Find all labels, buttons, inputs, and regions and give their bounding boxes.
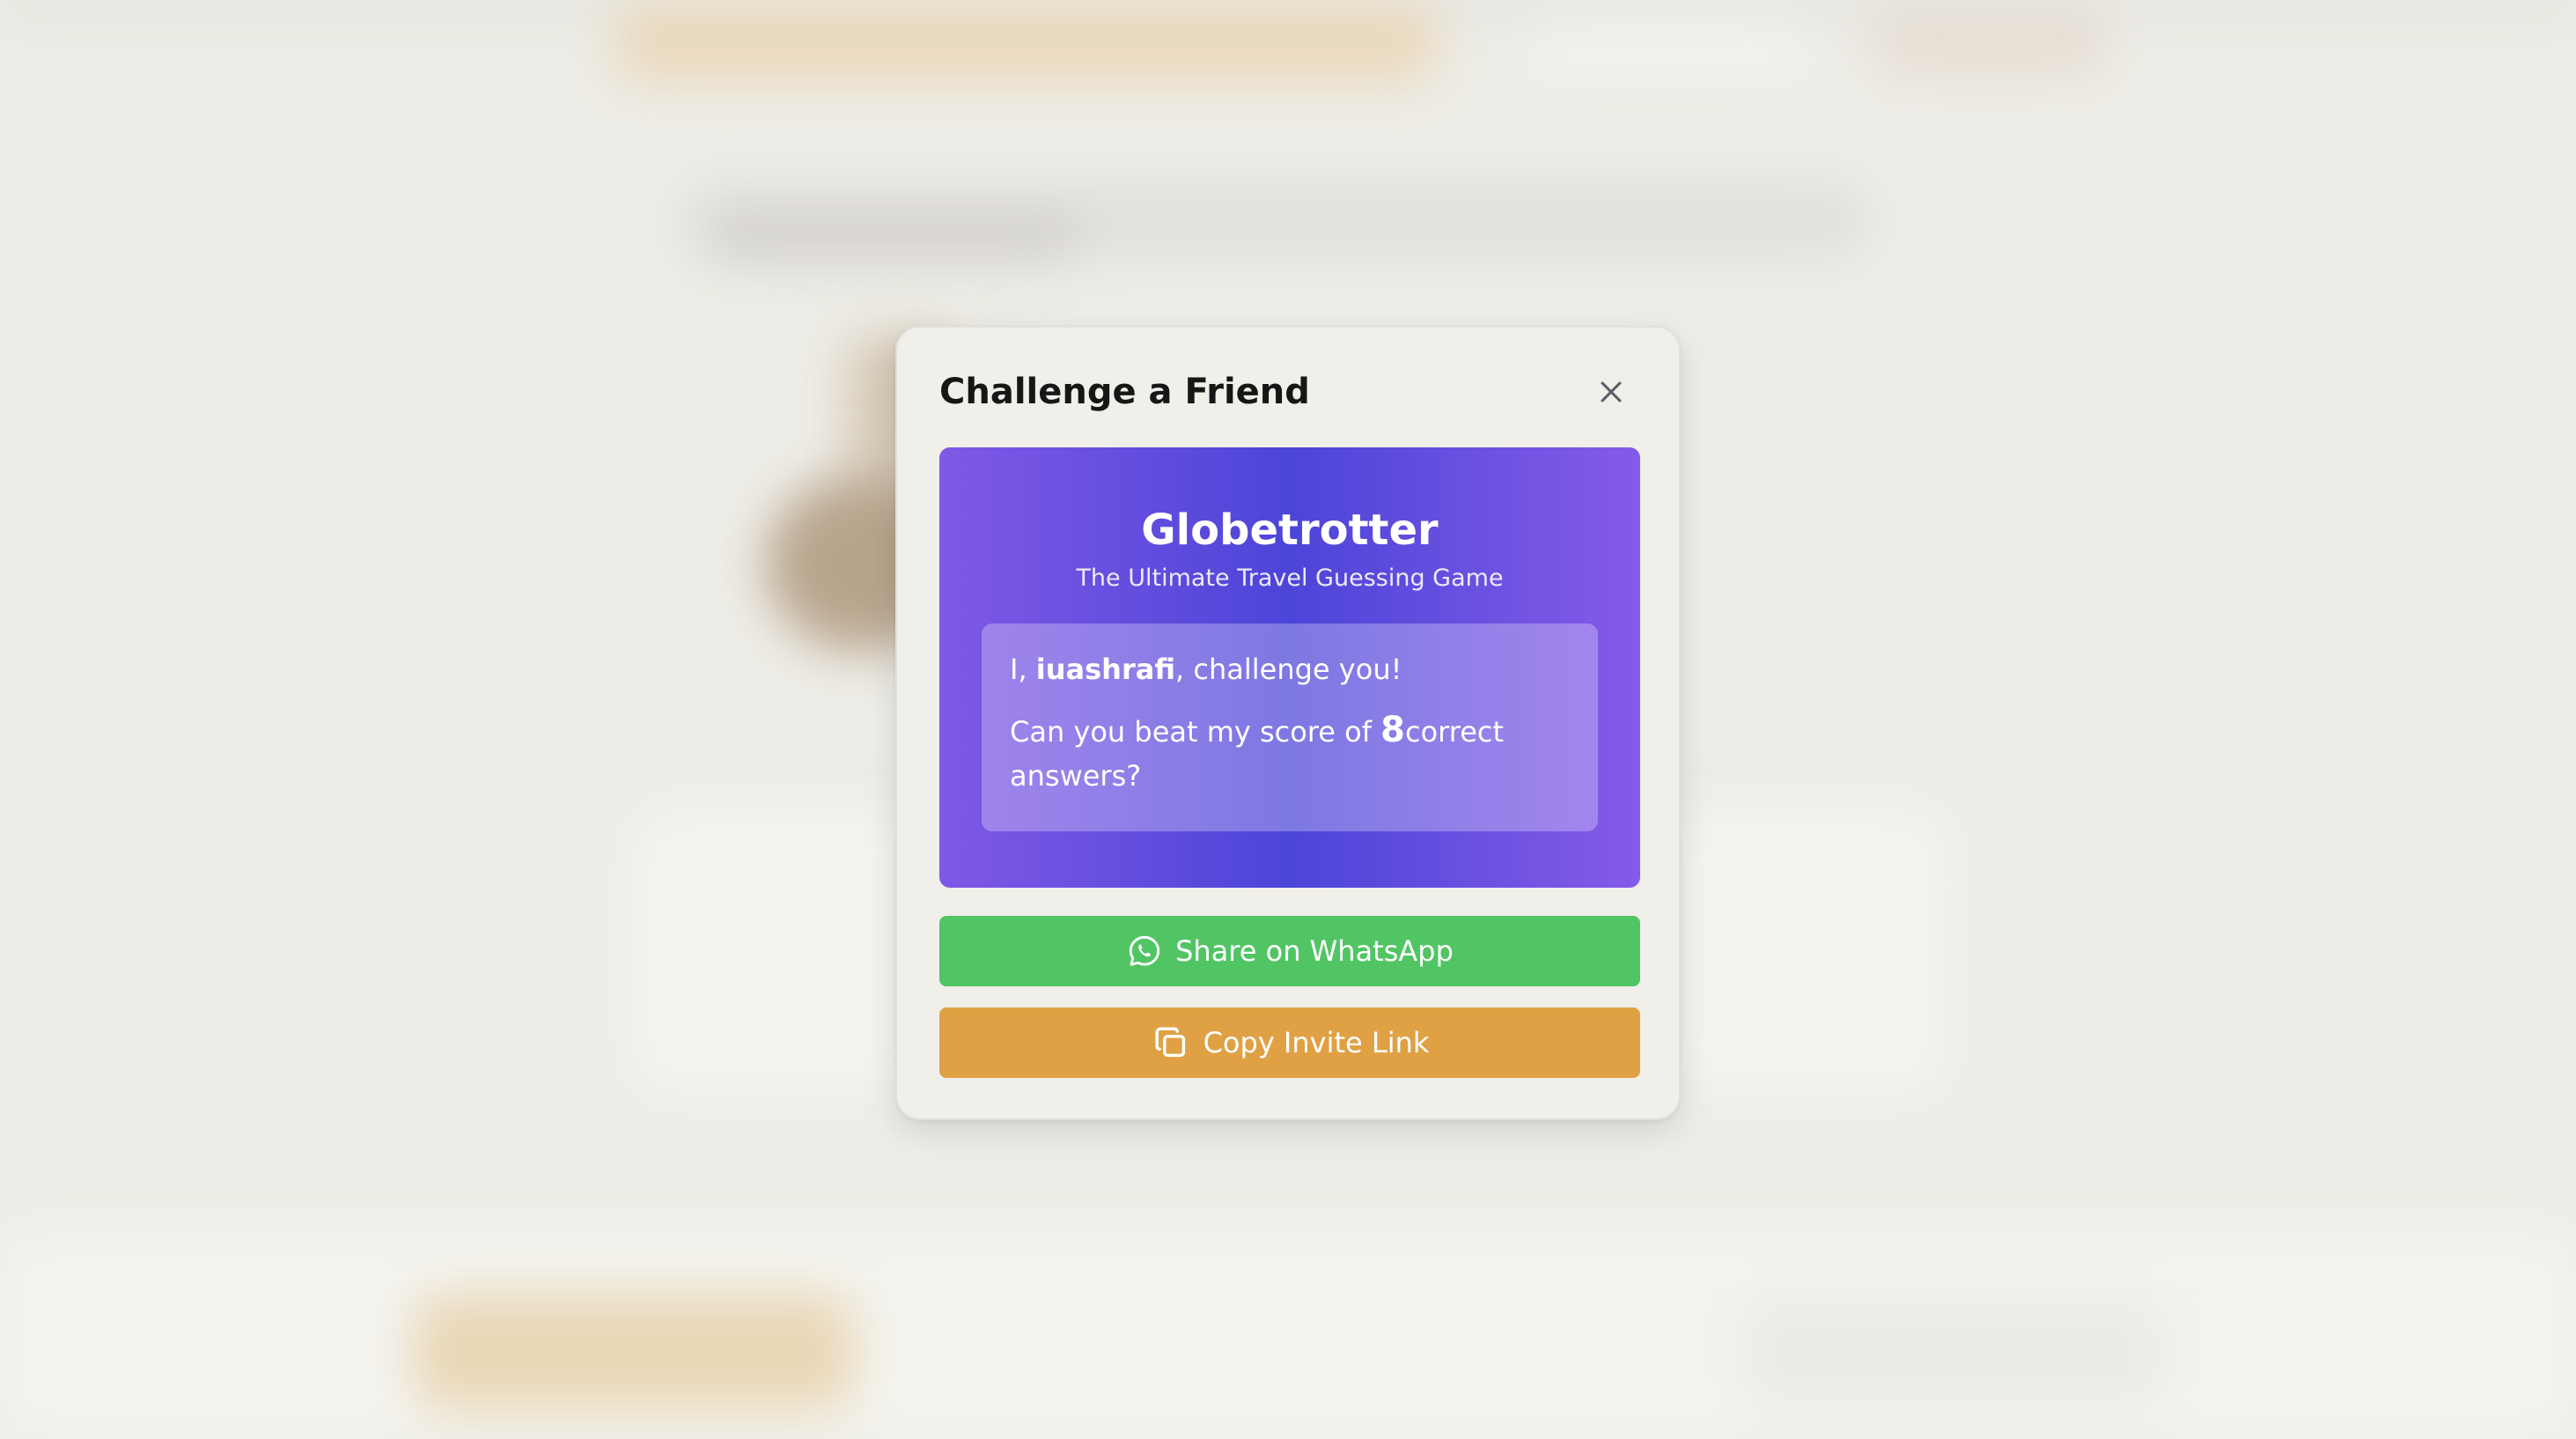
challenge-prefix: I,	[1010, 653, 1036, 686]
whatsapp-icon	[1126, 933, 1163, 970]
background-card	[634, 810, 933, 1092]
game-title: Globetrotter	[1141, 505, 1439, 555]
challenge-suffix: , challenge you!	[1175, 653, 1402, 686]
share-whatsapp-label: Share on WhatsApp	[1175, 934, 1454, 968]
copy-invite-link-button[interactable]: Copy Invite Link	[939, 1007, 1640, 1078]
challenge-line: I, iuashrafi, challenge you!	[1010, 650, 1570, 689]
score-line: Can you beat my score of 8correct answer…	[1010, 708, 1570, 798]
background-card	[1646, 810, 1946, 1092]
copy-icon	[1151, 1022, 1191, 1063]
background-button	[1743, 1295, 2166, 1409]
username: iuashrafi	[1035, 653, 1176, 686]
challenge-modal: Challenge a Friend Globetrotter The Ulti…	[895, 326, 1681, 1120]
share-whatsapp-button[interactable]: Share on WhatsApp	[939, 916, 1640, 986]
background-header-bar	[616, 5, 1435, 81]
challenge-card: Globetrotter The Ultimate Travel Guessin…	[939, 447, 1640, 888]
game-subtitle: The Ultimate Travel Guessing Game	[1076, 565, 1504, 592]
close-button[interactable]	[1589, 370, 1633, 414]
modal-title: Challenge a Friend	[939, 372, 1310, 412]
score-prefix: Can you beat my score of	[1010, 715, 1381, 749]
copy-invite-link-label: Copy Invite Link	[1203, 1026, 1430, 1059]
challenge-message: I, iuashrafi, challenge you! Can you bea…	[982, 624, 1598, 831]
background-button	[414, 1295, 854, 1409]
background-footer	[0, 1233, 2576, 1439]
background-strip	[704, 211, 1083, 264]
background-header-pill	[1532, 18, 1805, 70]
close-icon	[1601, 381, 1622, 402]
score-value: 8	[1380, 710, 1405, 750]
background-header-pill	[1875, 16, 2104, 74]
